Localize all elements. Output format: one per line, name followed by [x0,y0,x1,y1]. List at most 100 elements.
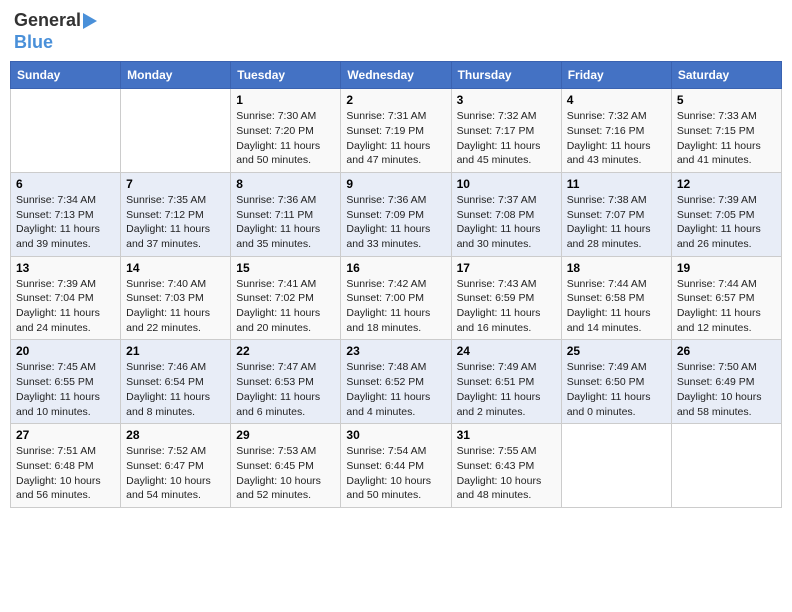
day-number: 29 [236,428,335,442]
calendar-cell: 28 Sunrise: 7:52 AM Sunset: 6:47 PM Dayli… [121,424,231,508]
calendar-week-4: 20Sunrise: 7:45 AM Sunset: 6:55 PM Dayli… [11,340,782,424]
day-info: Sunrise: 7:34 AM Sunset: 7:13 PM Dayligh… [16,193,115,252]
calendar-cell: 5 Sunrise: 7:33 AM Sunset: 7:15 PM Daylig… [671,89,781,173]
day-number: 2 [346,93,445,107]
day-info: Sunrise: 7:48 AM Sunset: 6:52 PM Dayligh… [346,360,445,419]
calendar-cell: 21Sunrise: 7:46 AM Sunset: 6:54 PM Dayli… [121,340,231,424]
day-number: 8 [236,177,335,191]
calendar-cell: 31Sunrise: 7:55 AM Sunset: 6:43 PM Dayli… [451,424,561,508]
day-info: Sunrise: 7:52 AM Sunset: 6:47 PM Dayligh… [126,444,225,503]
day-number: 28 [126,428,225,442]
calendar-cell: 7Sunrise: 7:35 AM Sunset: 7:12 PM Daylig… [121,172,231,256]
day-info: Sunrise: 7:51 AM Sunset: 6:48 PM Dayligh… [16,444,115,503]
header-friday: Friday [561,62,671,89]
day-info: Sunrise: 7:49 AM Sunset: 6:51 PM Dayligh… [457,360,556,419]
day-number: 16 [346,261,445,275]
day-number: 19 [677,261,776,275]
day-number: 11 [567,177,666,191]
day-number: 1 [236,93,335,107]
day-number: 23 [346,344,445,358]
header-saturday: Saturday [671,62,781,89]
day-number: 27 [16,428,115,442]
day-info: Sunrise: 7:44 AM Sunset: 6:58 PM Dayligh… [567,277,666,336]
calendar-cell: 24 Sunrise: 7:49 AM Sunset: 6:51 PM Dayli… [451,340,561,424]
calendar-cell [11,89,121,173]
logo-text-general: General [14,10,81,32]
logo-text-blue: Blue [14,32,53,54]
day-number: 13 [16,261,115,275]
day-number: 12 [677,177,776,191]
calendar-week-5: 27 Sunrise: 7:51 AM Sunset: 6:48 PM Dayli… [11,424,782,508]
calendar-cell: 22 Sunrise: 7:47 AM Sunset: 6:53 PM Dayli… [231,340,341,424]
calendar-cell: 10 Sunrise: 7:37 AM Sunset: 7:08 PM Dayli… [451,172,561,256]
calendar-cell: 30Sunrise: 7:54 AM Sunset: 6:44 PM Dayli… [341,424,451,508]
day-number: 26 [677,344,776,358]
day-number: 24 [457,344,556,358]
day-number: 22 [236,344,335,358]
calendar-week-1: 1 Sunrise: 7:30 AM Sunset: 7:20 PM Daylig… [11,89,782,173]
day-info: Sunrise: 7:39 AM Sunset: 7:05 PM Dayligh… [677,193,776,252]
calendar-cell: 13 Sunrise: 7:39 AM Sunset: 7:04 PM Dayli… [11,256,121,340]
header-tuesday: Tuesday [231,62,341,89]
header-wednesday: Wednesday [341,62,451,89]
day-info: Sunrise: 7:43 AM Sunset: 6:59 PM Dayligh… [457,277,556,336]
day-info: Sunrise: 7:30 AM Sunset: 7:20 PM Dayligh… [236,109,335,168]
day-info: Sunrise: 7:49 AM Sunset: 6:50 PM Dayligh… [567,360,666,419]
day-info: Sunrise: 7:55 AM Sunset: 6:43 PM Dayligh… [457,444,556,503]
calendar-cell: 27 Sunrise: 7:51 AM Sunset: 6:48 PM Dayli… [11,424,121,508]
calendar-cell: 16 Sunrise: 7:42 AM Sunset: 7:00 PM Dayli… [341,256,451,340]
calendar-cell [561,424,671,508]
page-header: General Blue [10,10,782,53]
header-sunday: Sunday [11,62,121,89]
day-number: 25 [567,344,666,358]
calendar-week-3: 13 Sunrise: 7:39 AM Sunset: 7:04 PM Dayli… [11,256,782,340]
day-number: 7 [126,177,225,191]
day-info: Sunrise: 7:37 AM Sunset: 7:08 PM Dayligh… [457,193,556,252]
calendar-cell: 11Sunrise: 7:38 AM Sunset: 7:07 PM Dayli… [561,172,671,256]
calendar-cell: 18Sunrise: 7:44 AM Sunset: 6:58 PM Dayli… [561,256,671,340]
day-info: Sunrise: 7:36 AM Sunset: 7:11 PM Dayligh… [236,193,335,252]
calendar-cell [121,89,231,173]
calendar-cell: 1 Sunrise: 7:30 AM Sunset: 7:20 PM Daylig… [231,89,341,173]
day-info: Sunrise: 7:47 AM Sunset: 6:53 PM Dayligh… [236,360,335,419]
header-thursday: Thursday [451,62,561,89]
day-info: Sunrise: 7:39 AM Sunset: 7:04 PM Dayligh… [16,277,115,336]
calendar-cell: 14 Sunrise: 7:40 AM Sunset: 7:03 PM Dayli… [121,256,231,340]
day-number: 4 [567,93,666,107]
day-info: Sunrise: 7:44 AM Sunset: 6:57 PM Dayligh… [677,277,776,336]
day-number: 6 [16,177,115,191]
day-number: 5 [677,93,776,107]
day-number: 3 [457,93,556,107]
day-info: Sunrise: 7:33 AM Sunset: 7:15 PM Dayligh… [677,109,776,168]
calendar-table: SundayMondayTuesdayWednesdayThursdayFrid… [10,61,782,508]
day-number: 9 [346,177,445,191]
calendar-cell: 4 Sunrise: 7:32 AM Sunset: 7:16 PM Daylig… [561,89,671,173]
header-monday: Monday [121,62,231,89]
day-info: Sunrise: 7:46 AM Sunset: 6:54 PM Dayligh… [126,360,225,419]
day-info: Sunrise: 7:32 AM Sunset: 7:16 PM Dayligh… [567,109,666,168]
day-number: 14 [126,261,225,275]
logo: General Blue [14,10,97,53]
calendar-cell: 8 Sunrise: 7:36 AM Sunset: 7:11 PM Daylig… [231,172,341,256]
day-number: 10 [457,177,556,191]
calendar-cell: 3Sunrise: 7:32 AM Sunset: 7:17 PM Daylig… [451,89,561,173]
calendar-cell: 19 Sunrise: 7:44 AM Sunset: 6:57 PM Dayli… [671,256,781,340]
day-info: Sunrise: 7:42 AM Sunset: 7:00 PM Dayligh… [346,277,445,336]
day-info: Sunrise: 7:50 AM Sunset: 6:49 PM Dayligh… [677,360,776,419]
calendar-cell: 6 Sunrise: 7:34 AM Sunset: 7:13 PM Daylig… [11,172,121,256]
day-info: Sunrise: 7:54 AM Sunset: 6:44 PM Dayligh… [346,444,445,503]
calendar-cell: 15Sunrise: 7:41 AM Sunset: 7:02 PM Dayli… [231,256,341,340]
calendar-week-2: 6 Sunrise: 7:34 AM Sunset: 7:13 PM Daylig… [11,172,782,256]
day-number: 17 [457,261,556,275]
calendar-cell: 25 Sunrise: 7:49 AM Sunset: 6:50 PM Dayli… [561,340,671,424]
day-number: 20 [16,344,115,358]
calendar-cell: 2 Sunrise: 7:31 AM Sunset: 7:19 PM Daylig… [341,89,451,173]
calendar-cell: 29 Sunrise: 7:53 AM Sunset: 6:45 PM Dayli… [231,424,341,508]
day-info: Sunrise: 7:40 AM Sunset: 7:03 PM Dayligh… [126,277,225,336]
day-info: Sunrise: 7:41 AM Sunset: 7:02 PM Dayligh… [236,277,335,336]
day-info: Sunrise: 7:31 AM Sunset: 7:19 PM Dayligh… [346,109,445,168]
calendar-cell: 23 Sunrise: 7:48 AM Sunset: 6:52 PM Dayli… [341,340,451,424]
calendar-header-row: SundayMondayTuesdayWednesdayThursdayFrid… [11,62,782,89]
day-info: Sunrise: 7:53 AM Sunset: 6:45 PM Dayligh… [236,444,335,503]
calendar-cell: 20Sunrise: 7:45 AM Sunset: 6:55 PM Dayli… [11,340,121,424]
